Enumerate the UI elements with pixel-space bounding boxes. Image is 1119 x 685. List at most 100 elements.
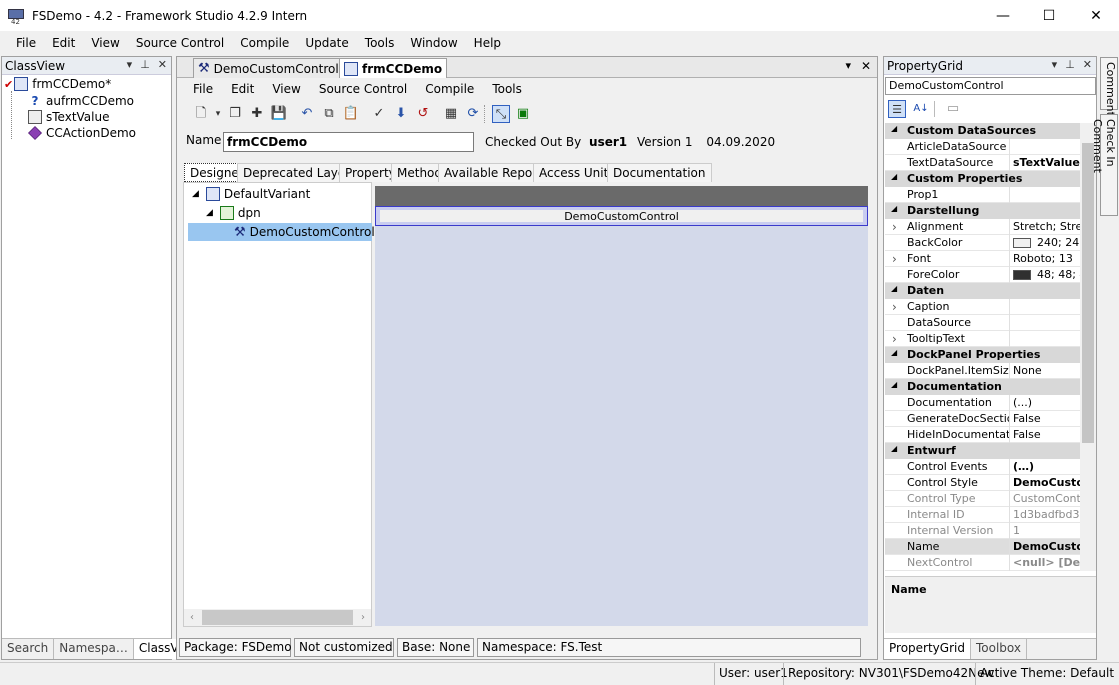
property-category[interactable]: Darstellung	[885, 203, 1080, 219]
close-icon[interactable]: ✕	[1083, 58, 1092, 71]
menu-update[interactable]: Update	[297, 36, 356, 50]
tree-item-frmccdemo[interactable]: ✔ frmCCDemo*	[4, 77, 111, 91]
dropdown-icon[interactable]: ▾	[1052, 58, 1058, 71]
doc-menu-source-control[interactable]: Source Control	[310, 82, 416, 96]
property-category[interactable]: Daten	[885, 283, 1080, 299]
tree-item-ccactiondemo[interactable]: CCActionDemo	[28, 126, 136, 140]
property-value[interactable]: (...)	[1010, 395, 1080, 411]
menu-tools[interactable]: Tools	[357, 36, 403, 50]
close-icon[interactable]: ✕	[158, 58, 167, 71]
undo-icon[interactable]: ↶	[298, 105, 316, 123]
property-value[interactable]: False	[1010, 411, 1080, 427]
collapse-icon[interactable]: ◢	[891, 380, 897, 389]
collapse-icon[interactable]: ◢	[891, 204, 897, 213]
property-row[interactable]: Documentation (...)	[885, 394, 1080, 411]
property-row[interactable]: Control TypeCustomContro	[885, 490, 1080, 507]
doc-tab-democustomcontrol[interactable]: ⚒ DemoCustomControl	[193, 58, 344, 78]
menu-view[interactable]: View	[83, 36, 127, 50]
menu-help[interactable]: Help	[466, 36, 509, 50]
minimize-button[interactable]: —	[980, 0, 1026, 31]
tree-hscrollbar[interactable]: ‹ ›	[184, 609, 371, 626]
menu-compile[interactable]: Compile	[232, 36, 297, 50]
property-value[interactable]	[1010, 331, 1080, 347]
property-category[interactable]: Entwurf	[885, 443, 1080, 459]
property-row[interactable]: › Font Roboto; 13	[885, 250, 1080, 267]
tree-item-aufrmccdemo[interactable]: ? aufrmCCDemo	[28, 94, 135, 108]
property-value[interactable]: CustomContro	[1010, 491, 1080, 507]
expand-icon[interactable]: ›	[892, 220, 897, 234]
collapse-icon[interactable]: ◢	[891, 348, 897, 357]
property-scrollbar[interactable]	[1080, 123, 1096, 571]
property-value[interactable]: DemoCustor	[1010, 539, 1080, 555]
collapse-icon[interactable]: ◢	[891, 172, 897, 181]
property-value[interactable]: (…)	[1010, 459, 1080, 475]
component-icon[interactable]: ✚	[248, 105, 266, 123]
doc-menu-compile[interactable]: Compile	[416, 82, 483, 96]
menu-window[interactable]: Window	[402, 36, 465, 50]
property-row[interactable]: BackColor 240; 240	[885, 234, 1080, 251]
menu-file[interactable]: File	[8, 36, 44, 50]
alphabetical-icon[interactable]: A↓	[912, 100, 930, 118]
property-row[interactable]: › Caption	[885, 298, 1080, 315]
property-row[interactable]: TextDataSource sTextValue	[885, 154, 1080, 171]
doc-menu-file[interactable]: File	[184, 82, 222, 96]
revert-icon[interactable]: ↺	[414, 105, 432, 123]
property-row[interactable]: Internal ID 1d3badfbd38	[885, 506, 1080, 523]
refresh-icon[interactable]: ⟳	[464, 105, 482, 123]
expand-icon[interactable]: ›	[892, 300, 897, 314]
property-row[interactable]: ›AlignmentStretch; Stretc	[885, 218, 1080, 235]
scroll-left-icon[interactable]: ‹	[184, 612, 200, 623]
collapse-icon[interactable]: ◢	[206, 208, 213, 218]
menu-source-control[interactable]: Source Control	[128, 36, 232, 50]
object-selector[interactable]: DemoCustomControl	[885, 77, 1096, 95]
property-row[interactable]: GenerateDocSection False	[885, 410, 1080, 427]
property-value[interactable]: DemoCustor	[1010, 475, 1080, 491]
property-value[interactable]: 240; 240	[1010, 235, 1080, 251]
tab-propertygrid[interactable]: PropertyGrid	[884, 639, 971, 659]
expand-icon[interactable]: ›	[892, 332, 897, 346]
copy-icon[interactable]: ⧉	[320, 105, 338, 123]
property-value[interactable]	[1010, 139, 1080, 155]
property-value[interactable]: None	[1010, 363, 1080, 379]
property-value[interactable]: 48; 48; 4	[1010, 267, 1080, 283]
tab-namespace[interactable]: Namespa…	[54, 639, 134, 659]
collapse-icon[interactable]: ◢	[192, 189, 199, 199]
property-category[interactable]: DockPanel Properties	[885, 347, 1080, 363]
checkout-icon[interactable]: ⬇	[392, 105, 410, 123]
tab-dropdown-icon[interactable]: ▾	[845, 59, 851, 72]
property-pages-icon[interactable]: ▭	[944, 100, 962, 118]
property-value[interactable]: <null> [Dev	[1010, 555, 1080, 571]
new-dropdown-icon[interactable]: ▾	[214, 105, 222, 123]
tree-node-democustomcontrol[interactable]: ⚒ DemoCustomControl	[188, 223, 375, 241]
property-value[interactable]: False	[1010, 427, 1080, 443]
collapse-icon[interactable]: ◢	[891, 124, 897, 133]
tree-node-dpn[interactable]: ◢ dpn	[206, 206, 261, 220]
new-icon[interactable]: 🗋	[192, 105, 210, 123]
frame-icon[interactable]: ▣	[514, 105, 532, 123]
name-input[interactable]: frmCCDemo	[223, 132, 474, 152]
side-tab-check-in-comment[interactable]: Check In Comment	[1091, 114, 1118, 216]
side-tab-comment[interactable]: Comment	[1100, 57, 1118, 116]
property-row[interactable]: Control Events (…)	[885, 458, 1080, 475]
designer-canvas[interactable]: DemoCustomControl	[375, 186, 868, 626]
expand-icon[interactable]: ›	[892, 252, 897, 266]
property-value[interactable]	[1010, 187, 1080, 203]
custom-control-frame[interactable]: DemoCustomControl	[375, 206, 868, 226]
property-value[interactable]: sTextValue	[1010, 155, 1080, 171]
property-row[interactable]: DataSource	[885, 314, 1080, 331]
property-category[interactable]: Custom DataSources	[885, 123, 1080, 139]
calculator-icon[interactable]: ▦	[442, 105, 460, 123]
close-document-icon[interactable]: ✕	[861, 59, 871, 73]
property-row[interactable]: Control StyleDemoCustor	[885, 474, 1080, 491]
subtab-documentation[interactable]: Documentation	[607, 163, 712, 182]
maximize-button[interactable]: ☐	[1026, 0, 1072, 31]
doc-menu-view[interactable]: View	[263, 82, 309, 96]
paste-icon[interactable]: 📋	[342, 105, 360, 123]
tab-search[interactable]: Search	[2, 639, 55, 659]
property-row[interactable]: Internal Version 1	[885, 522, 1080, 539]
checkin-icon[interactable]: ✓	[370, 105, 388, 123]
doc-tab-frmccdemo[interactable]: frmCCDemo	[339, 58, 448, 78]
tab-toolbox[interactable]: Toolbox	[971, 639, 1027, 659]
categorized-icon[interactable]: ☰	[888, 100, 906, 118]
collapse-icon[interactable]: ◢	[891, 284, 897, 293]
